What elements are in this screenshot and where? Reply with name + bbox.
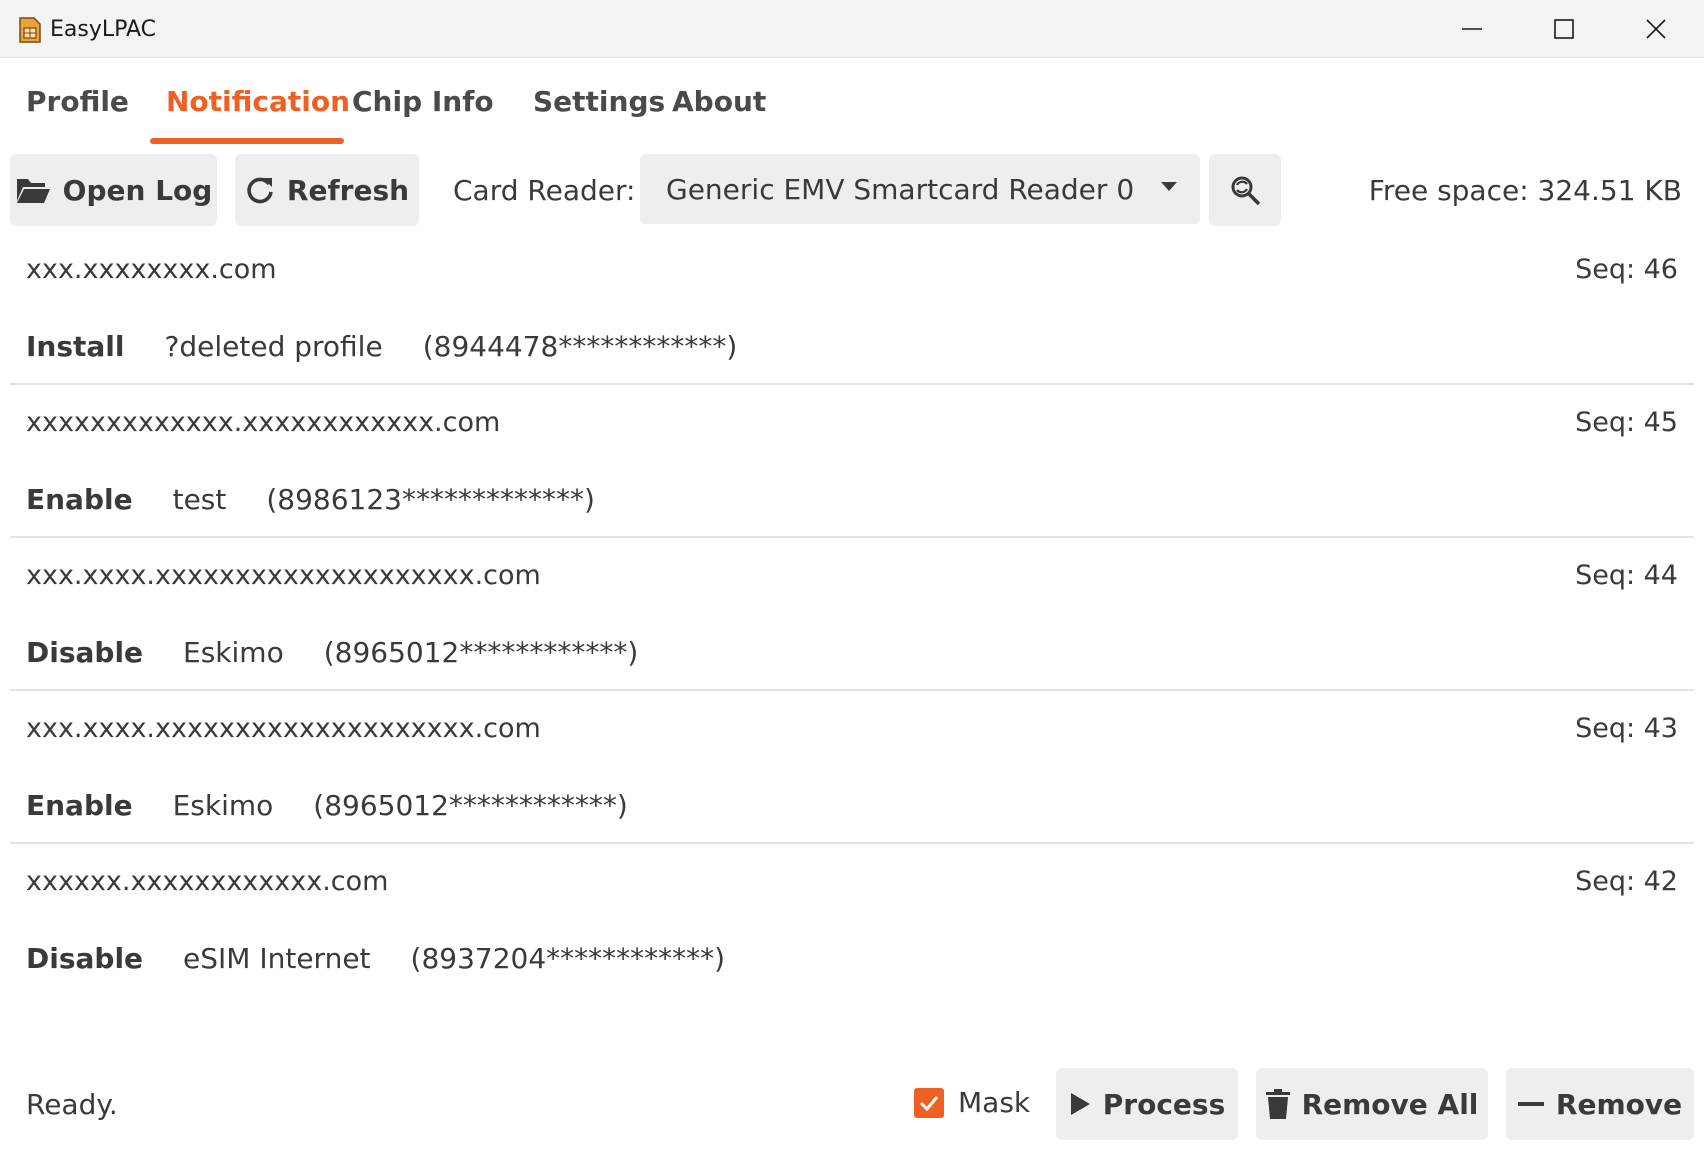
list-item[interactable]: xxx.xxxxxxxx.com Seq: 46 Install ?delete… <box>10 232 1694 385</box>
notification-seq: Seq: 45 <box>1575 407 1678 438</box>
free-space-text: Free space: 324.51 KB <box>1368 174 1682 207</box>
minimize-button[interactable] <box>1426 0 1518 58</box>
scan-card-reader-button[interactable] <box>1209 154 1281 226</box>
remove-all-label: Remove All <box>1301 1087 1479 1121</box>
process-label: Process <box>1102 1087 1226 1121</box>
remove-button[interactable]: Remove <box>1506 1068 1694 1140</box>
notification-iccid: (8944478************) <box>422 330 738 363</box>
mask-checkbox[interactable]: Mask <box>914 1086 1030 1119</box>
list-item[interactable]: xxx.xxxx.xxxxxxxxxxxxxxxxxxxx.com Seq: 4… <box>10 538 1694 691</box>
active-tab-indicator <box>150 138 344 144</box>
notification-action: Disable <box>26 942 144 975</box>
notification-detail: Disable eSIM Internet (8937204**********… <box>26 942 725 975</box>
play-icon <box>1070 1093 1090 1115</box>
notification-profile: ?deleted profile <box>164 330 383 363</box>
close-icon <box>1646 19 1666 39</box>
folder-open-icon <box>16 179 50 203</box>
notification-iccid: (8965012************) <box>323 636 639 669</box>
search-refresh-icon <box>1231 176 1261 206</box>
maximize-button[interactable] <box>1518 0 1610 58</box>
notification-detail: Enable test (8986123*************) <box>26 483 595 516</box>
list-item[interactable]: xxxxxxxxxxxxx.xxxxxxxxxxxx.com Seq: 45 E… <box>10 385 1694 538</box>
card-reader-label: Card Reader: <box>453 174 636 207</box>
notification-action: Install <box>26 330 125 363</box>
refresh-button[interactable]: Refresh <box>235 154 419 226</box>
notification-iccid: (8965012************) <box>313 789 628 822</box>
toolbar: Open Log Refresh Card Reader: Generic EM… <box>10 154 1694 226</box>
refresh-label: Refresh <box>286 173 410 207</box>
notification-action: Enable <box>26 789 133 822</box>
tab-notification[interactable]: Notification <box>150 58 366 142</box>
notification-action: Disable <box>26 636 144 669</box>
notification-iccid: (8937204************) <box>410 942 726 975</box>
notification-seq: Seq: 44 <box>1575 560 1678 591</box>
minimize-icon <box>1462 28 1482 30</box>
notification-seq: Seq: 46 <box>1575 254 1678 285</box>
remove-all-button[interactable]: Remove All <box>1256 1068 1488 1140</box>
list-item[interactable]: xxx.xxxx.xxxxxxxxxxxxxxxxxxxx.com Seq: 4… <box>10 691 1694 844</box>
notification-host: xxxxxx.xxxxxxxxxxxx.com <box>26 866 389 897</box>
notification-profile: eSIM Internet <box>183 942 371 975</box>
refresh-icon <box>247 177 273 204</box>
notification-host: xxx.xxxx.xxxxxxxxxxxxxxxxxxxx.com <box>26 560 541 591</box>
notification-iccid: (8986123*************) <box>266 483 595 516</box>
sim-card-icon <box>19 17 41 43</box>
tab-profile[interactable]: Profile <box>10 58 145 142</box>
status-text: Ready. <box>26 1088 118 1121</box>
notification-seq: Seq: 42 <box>1575 866 1678 897</box>
card-reader-select[interactable]: Generic EMV Smartcard Reader 0 <box>640 154 1200 224</box>
window-title: EasyLPAC <box>50 17 157 42</box>
notification-list: xxx.xxxxxxxx.com Seq: 46 Install ?delete… <box>10 232 1694 997</box>
list-item[interactable]: xxxxxx.xxxxxxxxxxxx.com Seq: 42 Disable … <box>10 844 1694 997</box>
notification-host: xxxxxxxxxxxxx.xxxxxxxxxxxx.com <box>26 407 501 438</box>
remove-label: Remove <box>1555 1087 1683 1121</box>
tab-chip-info[interactable]: Chip Info <box>336 58 510 142</box>
notification-profile: Eskimo <box>183 636 284 669</box>
notification-host: xxx.xxxxxxxx.com <box>26 254 277 285</box>
notification-profile: test <box>172 483 227 516</box>
notification-seq: Seq: 43 <box>1575 713 1678 744</box>
notification-detail: Disable Eskimo (8965012************) <box>26 636 638 669</box>
title-bar: EasyLPAC <box>0 0 1704 58</box>
mask-label: Mask <box>958 1086 1031 1119</box>
tab-about[interactable]: About <box>656 58 782 142</box>
tab-bar: Profile Notification Chip Info Settings … <box>10 58 1694 146</box>
open-log-label: Open Log <box>62 173 213 207</box>
notification-action: Enable <box>26 483 133 516</box>
notification-profile: Eskimo <box>172 789 274 822</box>
open-log-button[interactable]: Open Log <box>10 154 217 226</box>
checkbox-checked-icon <box>914 1087 944 1118</box>
trash-icon <box>1265 1089 1290 1119</box>
chevron-down-icon <box>1161 182 1177 191</box>
notification-detail: Enable Eskimo (8965012************) <box>26 789 628 822</box>
close-button[interactable] <box>1610 0 1702 58</box>
notification-host: xxx.xxxx.xxxxxxxxxxxxxxxxxxxx.com <box>26 713 541 744</box>
maximize-icon <box>1554 19 1574 39</box>
notification-detail: Install ?deleted profile (8944478*******… <box>26 330 737 363</box>
card-reader-value: Generic EMV Smartcard Reader 0 <box>666 173 1135 206</box>
process-button[interactable]: Process <box>1056 1068 1238 1140</box>
minus-icon <box>1517 1102 1544 1106</box>
